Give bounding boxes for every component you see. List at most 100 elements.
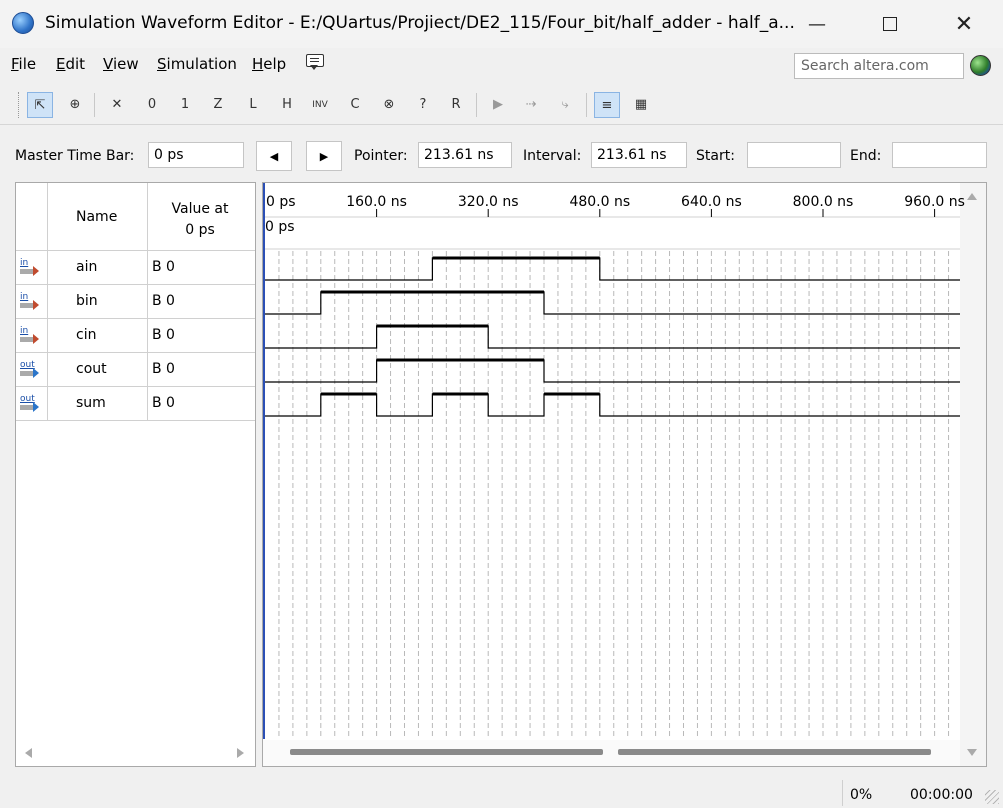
pin-arrow bbox=[20, 402, 39, 412]
menu-file[interactable]: File bbox=[11, 55, 36, 73]
waveform-panel[interactable]: 0 ps 160.0 ns 320.0 ns 480.0 ns 640.0 ns 800.… bbox=[262, 182, 987, 767]
count-value-icon[interactable]: C bbox=[342, 92, 368, 118]
forcing-high-icon[interactable]: 1 bbox=[172, 92, 198, 118]
pin-direction: in bbox=[20, 292, 29, 302]
maximize-button[interactable] bbox=[866, 0, 914, 48]
signal-list-header: Name Value at 0 ps bbox=[16, 183, 255, 251]
zoom-tool-icon[interactable]: ⊕ bbox=[62, 92, 88, 118]
menu-help[interactable]: Help bbox=[252, 55, 286, 73]
name-column-header[interactable]: Name bbox=[76, 209, 117, 225]
ruler-tick-label: 800.0 ns bbox=[793, 194, 854, 210]
close-button[interactable]: ✕ bbox=[940, 0, 988, 48]
weak-high-icon[interactable]: H bbox=[274, 92, 300, 118]
signal-row-cout[interactable]: out cout B 0 bbox=[16, 353, 255, 387]
ruler-tick-label: 480.0 ns bbox=[569, 194, 630, 210]
end-field[interactable] bbox=[892, 142, 987, 168]
menu-simulation-label: imulation bbox=[166, 55, 237, 73]
signal-value: B 0 bbox=[152, 361, 175, 377]
ruler-tick-label: 320.0 ns bbox=[458, 194, 519, 210]
arbitrary-value-icon[interactable]: R bbox=[443, 92, 469, 118]
invert-icon[interactable]: INV bbox=[307, 92, 333, 118]
toolbar-separator bbox=[94, 93, 95, 117]
signal-row-sum[interactable]: out sum B 0 bbox=[16, 387, 255, 421]
waveform-bin bbox=[265, 291, 960, 315]
signal-value: B 0 bbox=[152, 327, 175, 343]
scroll-right-icon[interactable] bbox=[237, 748, 244, 758]
interval-label: Interval: bbox=[523, 148, 582, 164]
value-column-header[interactable]: Value at 0 ps bbox=[148, 199, 252, 241]
scroll-down-icon[interactable] bbox=[967, 749, 977, 756]
globe-icon[interactable] bbox=[970, 55, 991, 76]
scroll-up-icon[interactable] bbox=[967, 193, 977, 200]
signal-row-bin[interactable]: in bin B 0 bbox=[16, 285, 255, 319]
feedback-icon[interactable] bbox=[306, 54, 324, 70]
signal-name: bin bbox=[76, 293, 98, 309]
left-arrow-icon: ◀ bbox=[269, 149, 279, 163]
input-pin-icon: in bbox=[19, 292, 41, 312]
pointer-field: 213.61 ns bbox=[418, 142, 512, 168]
overwrite-clock-icon[interactable]: ⊗ bbox=[376, 92, 402, 118]
waveform-canvas[interactable]: 0 ps 160.0 ns 320.0 ns 480.0 ns 640.0 ns 800.… bbox=[263, 183, 986, 766]
status-progress: 0% bbox=[850, 787, 873, 803]
ruler-tick-label: 960.0 ns bbox=[904, 194, 965, 210]
menu-file-mnemonic: F bbox=[11, 55, 19, 73]
next-transition-button[interactable]: ▶ bbox=[306, 141, 342, 171]
value-header-line1: Value at bbox=[171, 201, 229, 217]
search-input[interactable]: Search altera.com bbox=[794, 53, 964, 79]
output-pin-icon: out bbox=[19, 394, 41, 414]
menu-view[interactable]: View bbox=[103, 55, 139, 73]
toolbar-separator bbox=[586, 93, 587, 117]
signal-list-panel: Name Value at 0 ps in ain B 0 in bin B 0… bbox=[15, 182, 256, 767]
random-values-icon[interactable]: ? bbox=[410, 92, 436, 118]
input-pin-icon: in bbox=[19, 258, 41, 278]
signal-value: B 0 bbox=[152, 259, 175, 275]
signal-name: sum bbox=[76, 395, 106, 411]
signal-row-ain[interactable]: in ain B 0 bbox=[16, 251, 255, 285]
run-functional-simulation-icon[interactable]: ▶ bbox=[485, 92, 511, 118]
master-time-bar-field[interactable]: 0 ps bbox=[148, 142, 244, 168]
minimize-button[interactable]: — bbox=[793, 0, 841, 48]
menu-file-label: ile bbox=[18, 55, 37, 73]
menu-view-label: iew bbox=[112, 55, 139, 73]
scroll-left-icon[interactable] bbox=[25, 748, 32, 758]
previous-transition-button[interactable]: ◀ bbox=[256, 141, 292, 171]
pin-direction: in bbox=[20, 326, 29, 336]
time-ruler: 0 ps 160.0 ns 320.0 ns 480.0 ns 640.0 ns 800.… bbox=[263, 183, 965, 739]
right-arrow-icon: ▶ bbox=[319, 149, 329, 163]
toolbar-grip[interactable] bbox=[18, 92, 20, 118]
unknown-value-icon[interactable]: ✕ bbox=[104, 92, 130, 118]
end-label: End: bbox=[850, 148, 882, 164]
output-pin-icon: out bbox=[19, 360, 41, 380]
hscroll-thumb bbox=[290, 749, 603, 755]
start-field[interactable] bbox=[747, 142, 841, 168]
signal-row-cin[interactable]: in cin B 0 bbox=[16, 319, 255, 353]
menu-simulation-mnemonic: S bbox=[157, 55, 167, 73]
waveform-ain bbox=[265, 257, 960, 281]
signal-name: ain bbox=[76, 259, 98, 275]
menu-help-label: elp bbox=[263, 55, 287, 73]
run-timing-simulation-icon[interactable]: ⇢ bbox=[518, 92, 544, 118]
high-impedance-icon[interactable]: Z bbox=[205, 92, 231, 118]
forcing-low-icon[interactable]: 0 bbox=[139, 92, 165, 118]
weak-low-icon[interactable]: L bbox=[240, 92, 266, 118]
resize-grip-icon[interactable] bbox=[985, 790, 999, 804]
signal-value: B 0 bbox=[152, 395, 175, 411]
signal-name: cout bbox=[76, 361, 107, 377]
maximize-icon bbox=[883, 17, 897, 31]
status-separator bbox=[842, 780, 843, 806]
ruler-tick-label: 0 ps bbox=[266, 194, 296, 210]
generate-netlist-icon[interactable]: ⤷ bbox=[552, 92, 578, 118]
time-bar: Master Time Bar: 0 ps ◀ ▶ Pointer: 213.6… bbox=[0, 140, 1003, 172]
waveform-compare-icon[interactable]: ≡ bbox=[594, 92, 620, 118]
hscroll-thumb bbox=[618, 749, 931, 755]
master-time-bar-label: Master Time Bar: bbox=[15, 148, 135, 164]
grid-settings-icon[interactable]: ▦ bbox=[628, 92, 654, 118]
pin-direction: in bbox=[20, 258, 29, 268]
menu-simulation[interactable]: Simulation bbox=[157, 55, 237, 73]
signal-list-hscrollbar[interactable] bbox=[17, 740, 254, 766]
selection-tool-icon[interactable]: ⇱ bbox=[27, 92, 53, 118]
start-label: Start: bbox=[696, 148, 735, 164]
waveform-traces bbox=[265, 256, 960, 417]
ruler-tick-label: 640.0 ns bbox=[681, 194, 742, 210]
menu-edit[interactable]: Edit bbox=[56, 55, 85, 73]
